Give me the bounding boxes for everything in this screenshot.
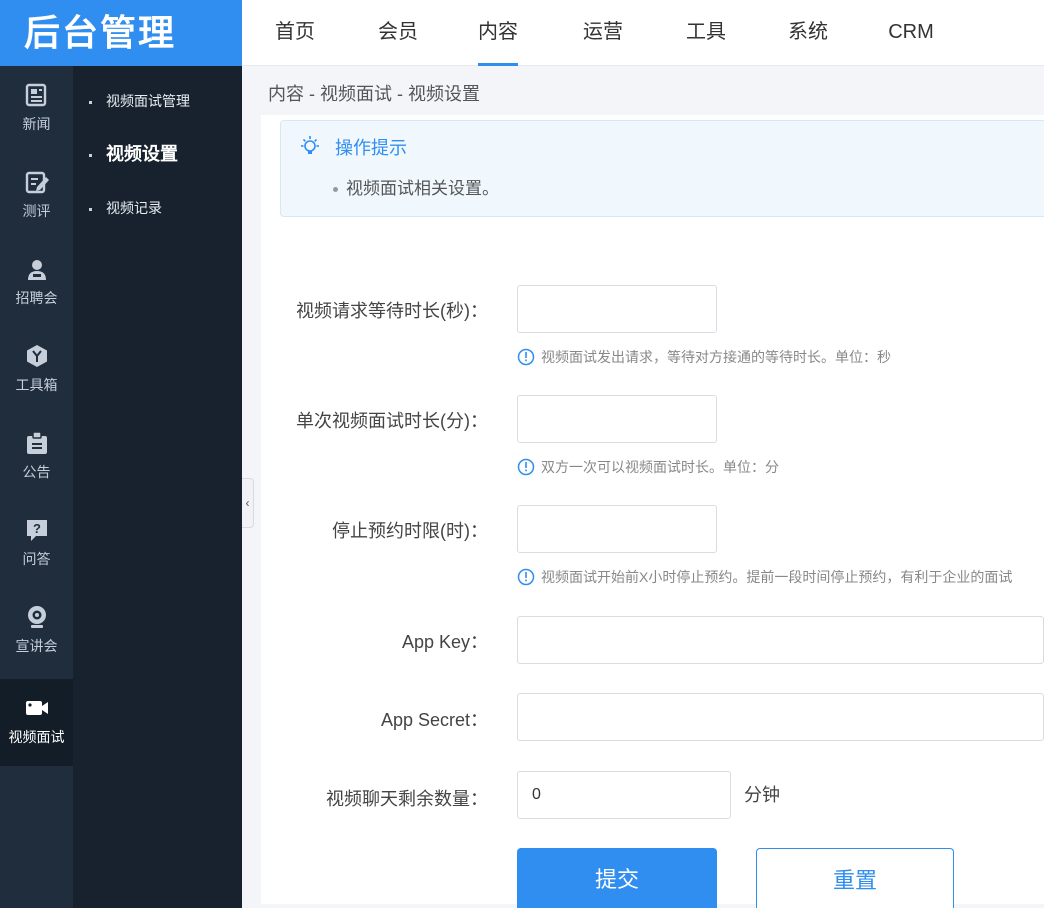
bullet-icon [333,187,338,193]
tab-operations[interactable]: 运营 [580,0,626,66]
tab-crm[interactable]: CRM [887,0,935,66]
wait-time-hint: 视频面试发出请求，等待对方接通的等待时长。单位：秒 [517,347,891,367]
stop-booking-label: 停止预约时限(时)： [332,521,488,541]
single-duration-label: 单次视频面试时长(分)： [296,411,488,431]
toolbox-icon [26,345,47,367]
tab-tools[interactable]: 工具 [683,0,729,66]
single-duration-hint: 双方一次可以视频面试时长。单位：分 [517,457,779,477]
sidebar-item-label: 测评 [22,203,51,219]
newspaper-icon [25,83,46,107]
wait-time-input[interactable] [517,285,717,333]
sidebar-item-qa[interactable]: ? 问答 [0,501,73,588]
sidebar-item-label: 新闻 [22,116,51,132]
lightbulb-icon [301,136,319,154]
tab-home[interactable]: 首页 [272,0,318,66]
hint-text: 视频面试开始前X小时停止预约。提前一段时间停止预约，有利于企业的面试 [541,569,1013,585]
collapse-sidebar-handle[interactable]: ‹ [242,478,254,528]
tip-title: 操作提示 [335,138,407,158]
sidebar-item-label: 视频面试 [8,729,65,745]
info-icon [517,348,535,366]
info-icon [517,568,535,586]
edit-icon [25,171,49,194]
stop-booking-hint: 视频面试开始前X小时停止预约。提前一段时间停止预约，有利于企业的面试 [517,567,1044,587]
tip-text: 视频面试相关设置。 [333,174,499,199]
submenu-item-video-settings[interactable]: 视频设置 [73,139,242,169]
sidebar-item-job-fair[interactable]: 招聘会 [0,240,73,327]
hint-text: 视频面试发出请求，等待对方接通的等待时长。单位：秒 [541,349,891,365]
tab-system[interactable]: 系统 [785,0,831,66]
sidebar-item-notice[interactable]: 公告 [0,414,73,501]
top-nav: 首页 会员 内容 运营 工具 系统 CRM [242,0,1044,66]
sidebar-item-label: 问答 [22,551,51,567]
sidebar-item-toolbox[interactable]: 工具箱 [0,327,73,414]
single-duration-input[interactable] [517,395,717,443]
hint-text: 双方一次可以视频面试时长。单位：分 [541,459,779,475]
info-icon [517,458,535,476]
app-logo: 后台管理 [0,0,242,66]
bullet-icon [89,100,92,104]
app-secret-label: App Secret： [380,710,488,730]
wait-time-label: 视频请求等待时长(秒)： [296,301,488,321]
sidebar-item-label: 工具箱 [15,377,58,393]
remaining-unit: 分钟 [744,785,780,805]
remaining-label: 视频聊天剩余数量： [326,789,488,809]
submenu-item-label: 视频面试管理 [106,93,190,109]
sidebar-item-news[interactable]: 新闻 [0,66,73,153]
bullet-icon [89,153,92,157]
app-key-input[interactable] [517,616,1044,664]
job-fair-icon [27,260,46,280]
module-sidebar: 新闻 测评 招聘会 工具箱 公告 ? 问答 宣讲会 视频面试 [0,66,73,908]
webcam-icon [27,606,46,628]
tab-content[interactable]: 内容 [478,0,518,66]
remaining-input[interactable] [517,771,731,819]
submenu-item-label: 视频设置 [106,144,178,164]
video-camera-icon [25,701,48,715]
question-icon: ? [26,520,47,541]
sidebar-item-seminar[interactable]: 宣讲会 [0,588,73,675]
submenu-item-video-records[interactable]: 视频记录 [73,193,242,223]
submenu-item-video-interview-manage[interactable]: 视频面试管理 [73,86,242,116]
reset-button[interactable]: 重置 [756,848,954,908]
submenu-item-label: 视频记录 [106,200,162,216]
sidebar-item-video-interview[interactable]: 视频面试 [0,679,73,766]
tab-members[interactable]: 会员 [375,0,421,66]
sidebar-item-label: 宣讲会 [15,638,58,654]
breadcrumb: 内容 - 视频面试 - 视频设置 [268,84,480,104]
svg-text:?: ? [33,521,41,536]
sub-menu: 视频面试管理 视频设置 视频记录 [73,66,242,908]
app-key-label: App Key： [401,632,488,652]
bullet-icon [89,207,92,211]
chevron-left-icon: ‹ [245,496,250,510]
notice-icon [26,431,47,454]
stop-booking-input[interactable] [517,505,717,553]
submit-button[interactable]: 提交 [517,848,717,908]
operation-tip: 操作提示 视频面试相关设置。 [280,120,1044,217]
app-secret-input[interactable] [517,693,1044,741]
sidebar-item-evaluation[interactable]: 测评 [0,153,73,240]
sidebar-item-label: 公告 [22,464,51,480]
tip-text-content: 视频面试相关设置。 [346,179,499,198]
sidebar-item-label: 招聘会 [15,290,58,306]
